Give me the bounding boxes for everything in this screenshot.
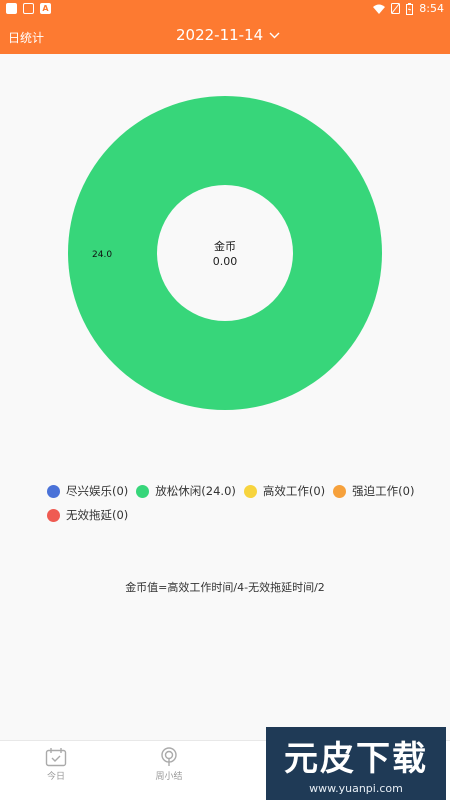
nav-tab-today[interactable]: 今日 [26, 747, 86, 782]
watermark-logo: 元皮下载 www.yuanpi.com [266, 727, 446, 800]
notification-square-icon [6, 3, 17, 14]
donut-hole [157, 185, 293, 321]
legend-label: 强迫工作(0) [352, 484, 415, 498]
nav-tab-weekly-summary[interactable]: 周小结 [139, 747, 199, 782]
legend-item-procrastination: 无效拖延(0) [47, 507, 128, 523]
legend-item-efficient-work: 高效工作(0) [243, 483, 326, 499]
battery-icon [406, 2, 414, 15]
clock: 8:54 [419, 2, 444, 15]
no-sim-icon [391, 3, 401, 14]
app-bar: 日统计 2022-11-14 [0, 18, 450, 54]
legend-dot [136, 484, 150, 498]
chevron-down-icon [269, 32, 280, 38]
notification-icons: A [6, 3, 51, 14]
date-label: 2022-11-14 [176, 26, 264, 44]
nav-label: 今日 [46, 772, 65, 782]
legend-label: 高效工作(0) [262, 484, 326, 498]
legend-dot [333, 484, 347, 498]
legend-dot [47, 484, 60, 498]
nav-label: 周小结 [155, 772, 183, 782]
watermark-url: www.yuanpi.com [309, 782, 403, 795]
center-value: 0.00 [213, 255, 238, 268]
legend-item-entertainment: 尽兴娱乐(0) [47, 483, 128, 499]
donut-chart: 金币 0.00 24.0 [68, 96, 382, 410]
legend-dot [243, 484, 257, 498]
legend-item-relax: 放松休闲(24.0) [136, 483, 236, 499]
legend-label: 无效拖延(0) [66, 508, 129, 522]
watermark-title: 元皮下载 [284, 739, 428, 779]
date-selector[interactable]: 2022-11-14 [176, 26, 280, 44]
broadcast-icon [161, 747, 177, 766]
a-icon: A [40, 3, 51, 14]
coin-formula-text: 金币值=高效工作时间/4-无效拖延时间/2 [125, 581, 325, 594]
slice-data-label: 24.0 [92, 250, 112, 260]
chart-legend: 尽兴娱乐(0) 放松休闲(24.0) 高效工作(0) 强迫工作(0) 无效拖延(… [47, 479, 427, 527]
image-icon [23, 3, 34, 14]
legend-row: 无效拖延(0) [47, 503, 427, 527]
legend-row: 尽兴娱乐(0) 放松休闲(24.0) 高效工作(0) 强迫工作(0) [47, 479, 427, 503]
system-icons: 8:54 [373, 2, 444, 15]
status-bar: A 8:54 [0, 0, 450, 18]
legend-item-forced-work: 强迫工作(0) [333, 483, 414, 499]
legend-label: 尽兴娱乐(0) [66, 484, 129, 498]
page-title: 日统计 [8, 31, 45, 45]
wifi-icon [373, 4, 386, 14]
calendar-icon [45, 748, 67, 767]
legend-dot [47, 508, 60, 522]
legend-label: 放松休闲(24.0) [155, 484, 236, 498]
center-label: 金币 [214, 239, 236, 253]
